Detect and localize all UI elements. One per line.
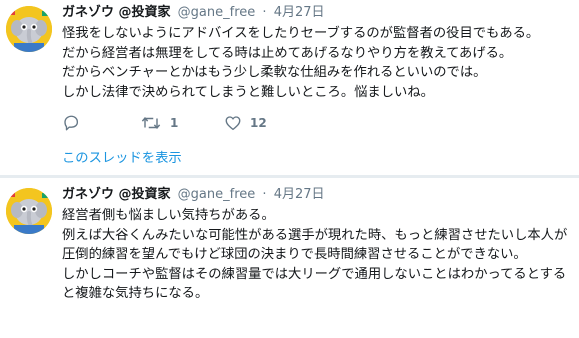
tweet-line: 例えば大谷くんみたいな可能性がある選手が現れた時、もっと練習させたいし本人が圧倒… bbox=[62, 227, 568, 263]
tweet-header: ガネゾウ @投資家 @gane_free · 4月27日 bbox=[62, 4, 571, 22]
tweet-line: しかし法律で決められてしまうと難しいところ。悩ましいね。 bbox=[62, 84, 434, 100]
avatar[interactable] bbox=[6, 188, 52, 234]
tweet-line: だから経営者は無理をしてる時は止めてあげるなりやり方を教えてあげる。 bbox=[62, 45, 513, 61]
reply-button[interactable] bbox=[62, 114, 80, 132]
reply-icon bbox=[64, 115, 79, 131]
tweet-line: 経営者側も悩ましい気持ちがある。 bbox=[62, 208, 275, 223]
retweet-icon bbox=[141, 117, 161, 129]
author-name[interactable]: ガネゾウ @投資家 bbox=[62, 5, 171, 20]
heart-icon bbox=[225, 116, 241, 131]
show-thread-link[interactable]: このスレッドを表示 bbox=[62, 147, 182, 166]
tweet-header: ガネゾウ @投資家 @gane_free · 4月27日 bbox=[62, 186, 571, 204]
tweet-line: だからベンチャーとかはもう少し柔軟な仕組みを作れるといいのでは。 bbox=[62, 65, 487, 81]
elephant-avatar-icon bbox=[6, 188, 52, 234]
tweet-content: ガネゾウ @投資家 @gane_free · 4月27日 怪我をしないようにアド… bbox=[62, 4, 571, 102]
separator: · bbox=[262, 5, 267, 20]
tweet-line: 怪我をしないようにアドバイスをしたりセーブするのが監督者の役目でもある。 bbox=[62, 26, 540, 41]
tweet-content: ガネゾウ @投資家 @gane_free · 4月27日 経営者側も悩ましい気持… bbox=[62, 186, 571, 304]
tweet-line: しかしコーチや監督はその練習量では大リーグで通用しないことはわかってるとすると複… bbox=[62, 266, 567, 302]
avatar[interactable] bbox=[6, 6, 52, 52]
author-handle[interactable]: @gane_free bbox=[178, 187, 256, 202]
retweet-count: 1 bbox=[170, 116, 179, 130]
separator: · bbox=[262, 187, 267, 202]
like-count: 12 bbox=[250, 116, 267, 130]
elephant-avatar-icon bbox=[6, 6, 52, 52]
tweet-date[interactable]: 4月27日 bbox=[274, 187, 325, 202]
author-handle[interactable]: @gane_free bbox=[178, 5, 256, 20]
like-button[interactable]: 12 bbox=[224, 114, 267, 132]
retweet-button[interactable]: 1 bbox=[140, 114, 178, 132]
tweet-text: 怪我をしないようにアドバイスをしたりセーブするのが監督者の役目でもある。 だから… bbox=[62, 24, 571, 102]
tweet-text: 経営者側も悩ましい気持ちがある。 例えば大谷くんみたいな可能性がある選手が現れた… bbox=[62, 206, 571, 304]
author-name[interactable]: ガネゾウ @投資家 bbox=[62, 187, 171, 202]
tweet[interactable]: ガネゾウ @投資家 @gane_free · 4月27日 経営者側も悩ましい気持… bbox=[0, 178, 579, 338]
tweet[interactable]: ガネゾウ @投資家 @gane_free · 4月27日 怪我をしないようにアド… bbox=[0, 0, 579, 175]
tweet-date[interactable]: 4月27日 bbox=[274, 5, 325, 20]
